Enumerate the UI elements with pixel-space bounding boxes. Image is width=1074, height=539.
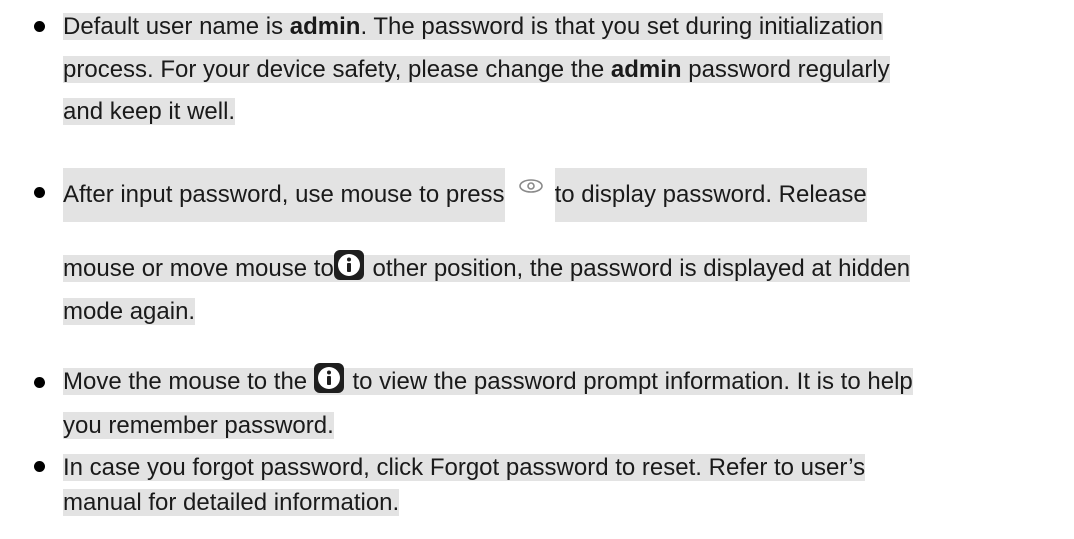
bullet-dot <box>34 21 45 32</box>
text-segment: Move the mouse to the <box>63 368 314 395</box>
text-segment: manual for detailed information. <box>63 489 400 516</box>
bold-admin: admin <box>610 56 682 83</box>
text-segment: In case you forgot password, click Forgo… <box>63 454 866 481</box>
info-icon <box>313 363 344 393</box>
bullet-dot <box>34 377 45 388</box>
bold-admin: admin <box>289 13 361 40</box>
text-segment: Default user name is <box>63 13 290 40</box>
text-segment: you remember password. <box>63 412 334 439</box>
text-line: Default user name is admin. The password… <box>63 12 883 42</box>
text-segment: to display password. Release <box>554 181 867 208</box>
eye-icon <box>512 175 549 216</box>
bullet-dot <box>34 187 45 198</box>
text-segment: and keep it well. <box>63 98 236 125</box>
text-segment: . The password is that you set during in… <box>360 13 883 40</box>
text-line: mode again. <box>63 297 196 327</box>
bullet-dot <box>34 461 45 472</box>
text-segment: mode again. <box>63 298 196 325</box>
info-icon <box>333 250 364 280</box>
text-line: process. For your device safety, please … <box>63 55 890 85</box>
text-segment: After input password, use mouse to press <box>63 181 505 208</box>
text-line: Move the mouse to the to view the passwo… <box>63 363 913 400</box>
text-line: In case you forgot password, click Forgo… <box>63 453 866 483</box>
text-line: and keep it well. <box>63 97 236 127</box>
text-line: manual for detailed information. <box>63 488 400 518</box>
text-segment: to view the password prompt information.… <box>345 368 913 395</box>
text-segment: password regularly <box>681 56 890 83</box>
text-line: After input password, use mouse to press… <box>63 168 867 222</box>
text-line: mouse or move mouse to other position, t… <box>63 250 911 287</box>
text-segment: mouse or move mouse to <box>63 255 334 282</box>
text-segment: process. For your device safety, please … <box>63 56 611 83</box>
text-line: you remember password. <box>63 411 334 441</box>
text-segment: other position, the password is displaye… <box>365 255 911 282</box>
